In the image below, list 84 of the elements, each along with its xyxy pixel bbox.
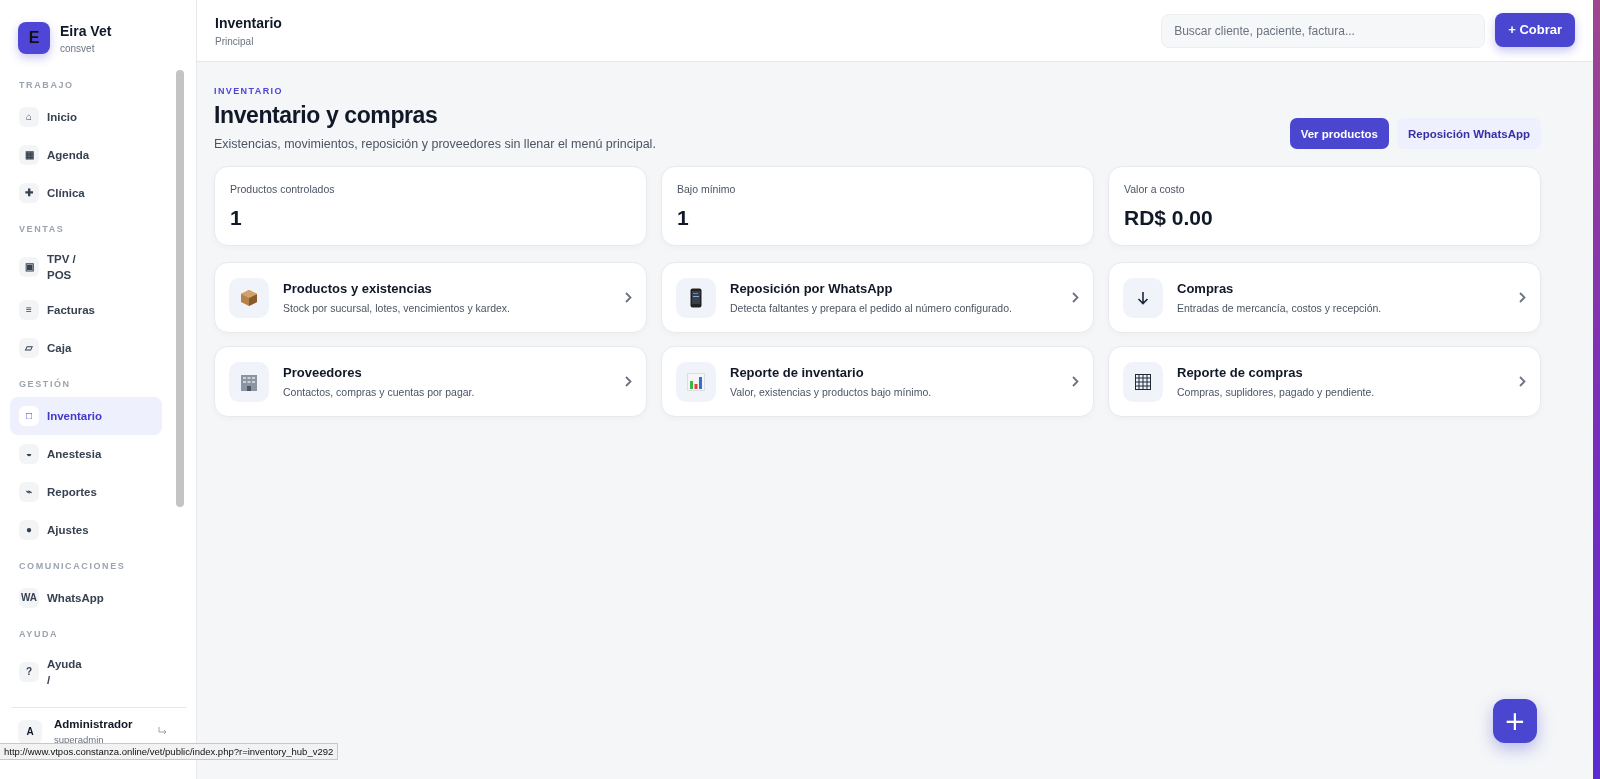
sidebar-item[interactable]: WA WhatsApp [10,579,162,617]
sidebar-item[interactable]: ▣ TPV / POS [10,242,162,291]
search-field[interactable]: Buscar cliente, paciente, factura... [1161,13,1486,48]
menu-icon: ▣ [19,256,39,277]
sidebar-item[interactable]: □ Inventario [10,397,162,435]
sidebar-item[interactable]: ◒ Anestesia [10,435,162,473]
section-heading: VENTAS [18,223,66,236]
sidebar-item[interactable]: ▦ Agenda [10,136,162,174]
stat-label: Valor a costo [1124,183,1186,195]
chevron-icon [1072,291,1079,303]
menu-icon: ▱ [19,338,39,358]
menu-icon: ⌁ [19,482,39,502]
sidebar-item[interactable]: ✚ Clínica [10,174,162,212]
charge-button[interactable]: + Cobrar [1495,12,1575,47]
section-heading: COMUNICACIONES [18,560,127,573]
section-label: INVENTARIO [214,86,284,96]
down-arrow-icon [1137,290,1149,305]
card-title: Productos y existencias [283,281,433,296]
chevron-icon [625,291,632,303]
user-name: Administrador [54,718,133,730]
building-icon [240,372,258,391]
box-icon [240,288,258,307]
chevron-icon [625,375,632,387]
menu-icon: ▦ [19,145,39,165]
chevron-icon [1519,375,1526,387]
sidebar-item[interactable]: ≡ Facturas [10,291,162,329]
module-card[interactable]: Proveedores Contactos, compras y cuentas por pagar. [214,346,647,417]
sidebar-item[interactable]: ⌁ Reportes [10,473,162,511]
menu-icon: ⌂ [19,107,39,127]
card-description: Detecta faltantes y prepara el pedido al número configurado. [730,302,1012,314]
menu-icon: ● [19,520,39,540]
stat-label: Productos controlados [230,183,336,195]
primary-button[interactable]: Ver productos [1289,118,1389,149]
module-card[interactable]: Compras Entradas de mercancía, costos y recepción. [1108,262,1541,333]
section-heading: GESTIÓN [18,377,72,391]
card-title: Reporte de compras [1177,365,1304,380]
section-heading: TRABAJO [18,79,75,92]
brand-subtitle: consvet [60,42,96,54]
card-description: Stock por sucursal, lotes, vencimientos y kardex. [283,302,510,314]
page-subtitle: Existencias, movimientos, reposición y proveedores sin llenar el menú principal. [214,137,656,151]
logout-icon[interactable] [158,726,168,736]
stat-value: 1 [677,206,690,230]
chevron-icon [1519,291,1526,303]
grid-icon [1135,373,1151,390]
menu-icon: WA [19,588,39,608]
card-description: Valor, existencias y productos bajo mínimo. [730,386,932,398]
secondary-button[interactable]: Reposición WhatsApp [1396,118,1541,149]
phone-icon [690,287,702,308]
card-title: Reporte de inventario [730,365,865,380]
module-card[interactable]: Reporte de inventario Valor, existencias y productos bajo mínimo. [661,346,1094,417]
sidebar-item[interactable]: ● Ajustes [10,511,162,549]
card-title: Compras [1177,281,1235,296]
menu-icon: □ [19,406,39,426]
card-description: Entradas de mercancía, costos y recepción. [1177,302,1382,314]
module-card[interactable]: Reposición por WhatsApp Detecta faltantes y prepara el pedido al número configurado. [661,262,1094,333]
section-heading: AYUDA [18,628,60,641]
page-title: Inventario [215,14,282,31]
breadcrumb: Principal [215,35,255,47]
card-description: Contactos, compras y cuentas por pagar. [283,386,475,398]
scrollbar-thumb[interactable] [176,70,184,507]
chevron-icon [1072,375,1079,387]
link-url-tooltip: http://www.vtpos.constanza.online/vet/public/index.php?r=inventory_hub_v292 [0,743,339,760]
stat-value: 1 [230,206,243,230]
page-heading: Inventario y compras [214,102,439,129]
brand-name: Eira Vet [60,22,112,39]
brand-logo: E [18,22,50,54]
card-title: Reposición por WhatsApp [730,281,894,296]
user-avatar: A [18,719,42,744]
add-button[interactable]: + [1493,699,1537,743]
sidebar-item[interactable]: ? Ayuda / [10,647,162,696]
sidebar-item[interactable]: ⌂ Inicio [10,98,162,136]
user-role: superadmin [54,734,105,745]
bar-chart-icon [687,372,705,391]
stat-label: Bajo mínimo [677,183,737,195]
card-description: Compras, suplidores, pagado y pendiente. [1177,386,1375,398]
module-card[interactable]: Reporte de compras Compras, suplidores, pagado y pendiente. [1108,346,1541,417]
module-card[interactable]: Productos y existencias Stock por sucursal, lotes, vencimientos y kardex. [214,262,647,333]
menu-icon: ◒ [19,444,39,464]
menu-icon: ✚ [19,183,39,203]
stat-value: RD$ 0.00 [1124,206,1214,230]
card-title: Proveedores [283,365,363,380]
sidebar-item[interactable]: ▱ Caja [10,329,162,367]
menu-icon: ≡ [19,300,39,320]
menu-icon: ? [19,661,39,682]
